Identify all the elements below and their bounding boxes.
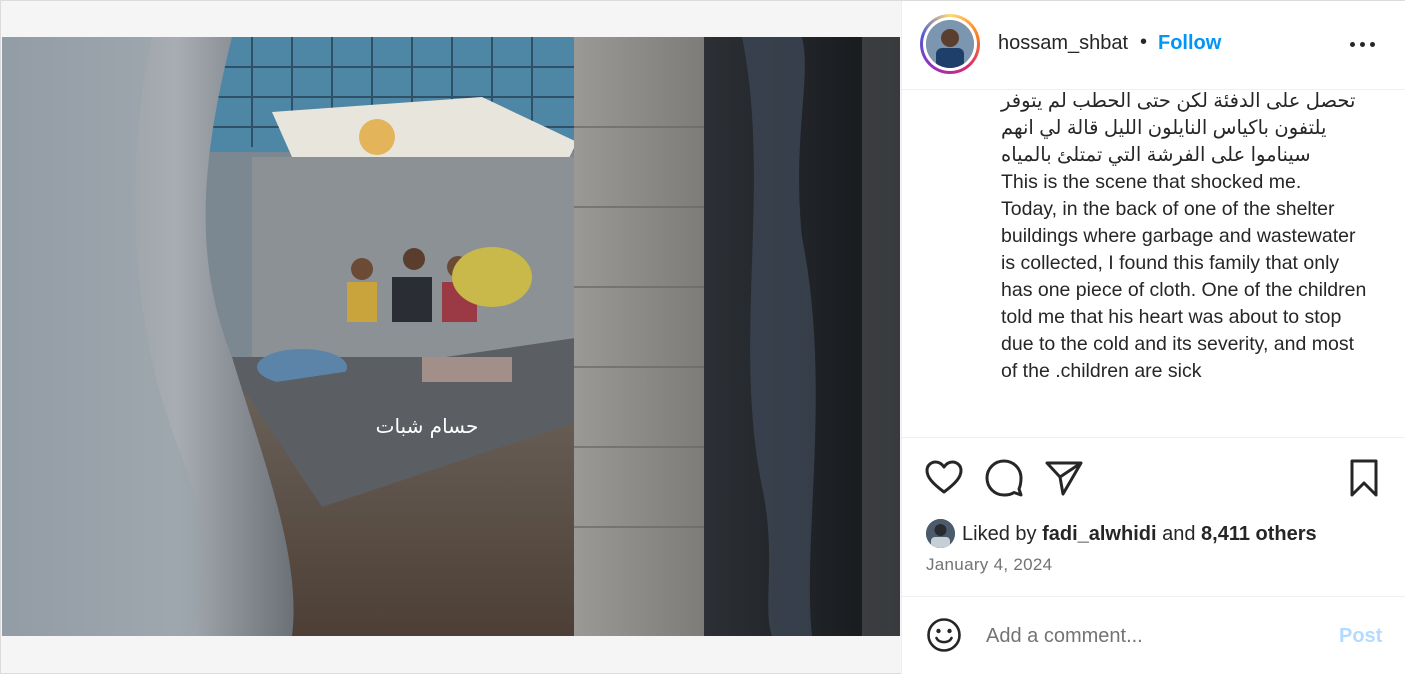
bookmark-icon[interactable] bbox=[1344, 458, 1384, 498]
liked-by-user-link[interactable]: fadi_alwhidi bbox=[1042, 523, 1156, 545]
caption-english: This is the scene that shocked me. Today… bbox=[1001, 171, 1367, 382]
smiley-icon[interactable] bbox=[926, 617, 962, 653]
liked-by-and: and bbox=[1162, 523, 1196, 545]
avatar[interactable] bbox=[920, 14, 980, 74]
comment-bar: Post bbox=[902, 596, 1405, 674]
post-image: حسام شبات bbox=[2, 37, 900, 636]
separator-dot: • bbox=[1140, 31, 1148, 53]
more-dots-icon[interactable] bbox=[1348, 31, 1378, 57]
avatar-image bbox=[926, 20, 974, 68]
follow-button[interactable]: Follow bbox=[1158, 32, 1221, 55]
post-modal: حسام شبات hossam_shbat • Follow تحصل على… bbox=[0, 0, 1405, 674]
username-link[interactable]: hossam_shbat bbox=[998, 32, 1128, 55]
liked-by-prefix: Liked by bbox=[962, 523, 1037, 545]
post-header: hossam_shbat • Follow bbox=[902, 1, 1405, 90]
caption-scroll-area[interactable]: تحصل على الدفئة لكن حتى الحطب لم يتوفر ي… bbox=[902, 90, 1405, 438]
post-date[interactable]: January 4, 2024 bbox=[926, 555, 1052, 575]
likes-count-link[interactable]: 8,411 others bbox=[1201, 523, 1317, 545]
photo-watermark: حسام شبات bbox=[376, 414, 479, 438]
post-comment-button[interactable]: Post bbox=[1339, 625, 1382, 648]
paper-plane-icon[interactable] bbox=[1044, 458, 1084, 498]
comment-input[interactable] bbox=[986, 619, 1316, 653]
comment-bubble-icon[interactable] bbox=[984, 458, 1024, 498]
caption-arabic: تحصل على الدفئة لكن حتى الحطب لم يتوفر ي… bbox=[1001, 90, 1356, 166]
likes-summary: Liked by fadi_alwhidi and 8,411 others bbox=[926, 519, 1396, 549]
action-bar bbox=[902, 438, 1405, 518]
liker-avatar[interactable] bbox=[926, 519, 955, 548]
heart-icon[interactable] bbox=[924, 458, 964, 498]
post-caption: تحصل على الدفئة لكن حتى الحطب لم يتوفر ي… bbox=[1001, 90, 1373, 385]
post-photo[interactable]: حسام شبات bbox=[2, 37, 900, 636]
post-sidebar: hossam_shbat • Follow تحصل على الدفئة لك… bbox=[901, 1, 1405, 674]
